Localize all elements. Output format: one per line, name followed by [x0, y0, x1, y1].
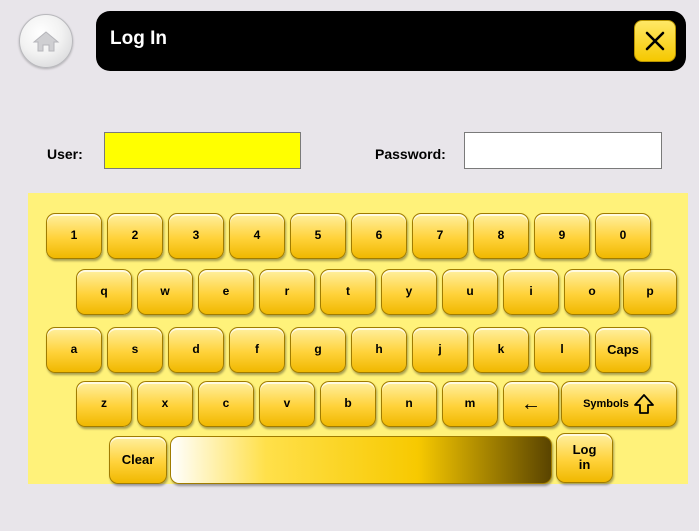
- password-field[interactable]: [464, 132, 662, 169]
- close-icon: [645, 31, 665, 51]
- user-field[interactable]: [104, 132, 301, 169]
- key-1[interactable]: 1: [46, 213, 102, 259]
- key-v[interactable]: v: [259, 381, 315, 427]
- password-label: Password:: [375, 146, 446, 162]
- clear-key[interactable]: Clear: [109, 436, 167, 484]
- close-button[interactable]: [634, 20, 676, 62]
- key-t[interactable]: t: [320, 269, 376, 315]
- on-screen-keyboard: 1 2 3 4 5 6 7 8 9 0 q w e r t y u i o p …: [28, 193, 688, 484]
- key-0[interactable]: 0: [595, 213, 651, 259]
- key-r[interactable]: r: [259, 269, 315, 315]
- backspace-arrow-icon: ←: [521, 392, 541, 415]
- user-label: User:: [47, 146, 83, 162]
- key-b[interactable]: b: [320, 381, 376, 427]
- key-c[interactable]: c: [198, 381, 254, 427]
- login-label-line2: in: [578, 457, 591, 472]
- key-o[interactable]: o: [564, 269, 620, 315]
- key-f[interactable]: f: [229, 327, 285, 373]
- key-m[interactable]: m: [442, 381, 498, 427]
- symbols-label: Symbols: [583, 397, 629, 410]
- key-g[interactable]: g: [290, 327, 346, 373]
- key-n[interactable]: n: [381, 381, 437, 427]
- caps-key[interactable]: Caps: [595, 327, 651, 373]
- key-j[interactable]: j: [412, 327, 468, 373]
- key-a[interactable]: a: [46, 327, 102, 373]
- key-d[interactable]: d: [168, 327, 224, 373]
- key-e[interactable]: e: [198, 269, 254, 315]
- key-p[interactable]: p: [623, 269, 677, 315]
- home-button[interactable]: [19, 14, 73, 68]
- key-z[interactable]: z: [76, 381, 132, 427]
- key-h[interactable]: h: [351, 327, 407, 373]
- key-9[interactable]: 9: [534, 213, 590, 259]
- key-i[interactable]: i: [503, 269, 559, 315]
- key-3[interactable]: 3: [168, 213, 224, 259]
- login-key[interactable]: Log in: [556, 433, 613, 483]
- key-w[interactable]: w: [137, 269, 193, 315]
- key-q[interactable]: q: [76, 269, 132, 315]
- backspace-key[interactable]: ←: [503, 381, 559, 427]
- space-bar[interactable]: [170, 436, 552, 484]
- key-x[interactable]: x: [137, 381, 193, 427]
- key-k[interactable]: k: [473, 327, 529, 373]
- key-2[interactable]: 2: [107, 213, 163, 259]
- key-4[interactable]: 4: [229, 213, 285, 259]
- symbols-shift-key[interactable]: Symbols: [561, 381, 677, 427]
- home-icon: [32, 31, 60, 52]
- shift-up-arrow-icon: [634, 394, 654, 414]
- key-7[interactable]: 7: [412, 213, 468, 259]
- key-s[interactable]: s: [107, 327, 163, 373]
- key-8[interactable]: 8: [473, 213, 529, 259]
- key-5[interactable]: 5: [290, 213, 346, 259]
- key-l[interactable]: l: [534, 327, 590, 373]
- key-6[interactable]: 6: [351, 213, 407, 259]
- key-y[interactable]: y: [381, 269, 437, 315]
- login-label-line1: Log: [572, 442, 597, 458]
- header-bar: Log In: [96, 11, 686, 71]
- page-title: Log In: [110, 28, 167, 49]
- key-u[interactable]: u: [442, 269, 498, 315]
